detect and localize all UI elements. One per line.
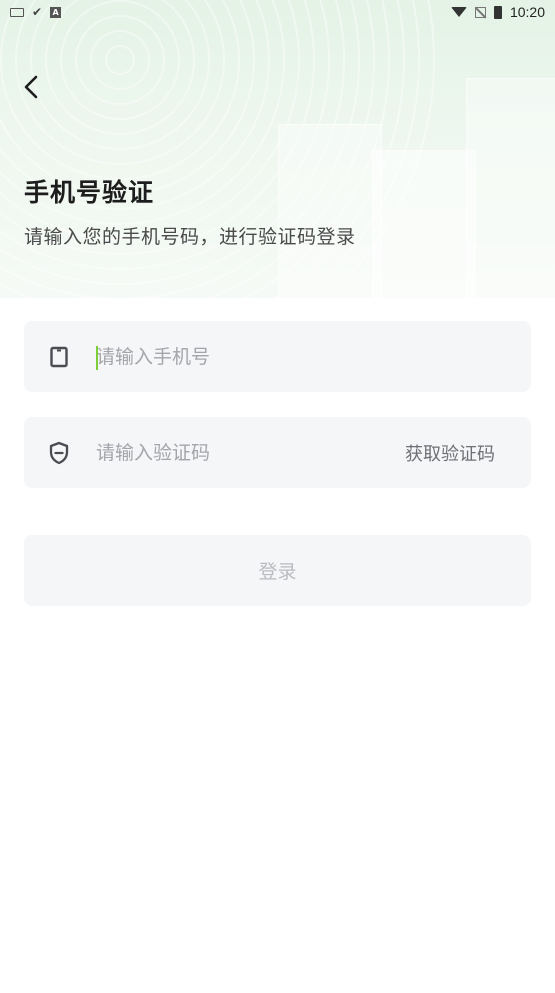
no-sim-icon [474, 6, 486, 18]
wifi-icon [450, 7, 467, 17]
login-button[interactable]: 登录 [24, 535, 531, 606]
hero-background [0, 0, 555, 298]
decorative-building [372, 150, 476, 298]
status-bar: ✔ A 10:20 [0, 0, 555, 24]
status-time: 10:20 [509, 4, 545, 20]
shield-icon [49, 441, 69, 464]
a-badge-icon: A [50, 6, 62, 18]
page-title: 手机号验证 [24, 178, 155, 207]
phone-icon-wrap [24, 346, 94, 368]
decorative-building [466, 78, 555, 298]
chevron-left-icon [24, 75, 38, 99]
phone-field[interactable] [24, 321, 531, 392]
back-button[interactable] [14, 70, 48, 104]
keyboard-icon [10, 7, 24, 17]
status-right-icons: 10:20 [450, 4, 545, 20]
battery-icon [493, 5, 502, 19]
text-cursor [96, 346, 98, 370]
shield-icon-wrap [24, 441, 94, 465]
page-subtitle: 请输入您的手机号码，进行验证码登录 [24, 226, 356, 248]
checkmark-icon: ✔ [32, 5, 43, 19]
phone-input[interactable] [94, 321, 531, 392]
decorative-building [278, 124, 382, 298]
phone-icon [50, 346, 68, 367]
get-code-button[interactable]: 获取验证码 [385, 440, 515, 466]
code-input[interactable] [94, 417, 385, 488]
code-field[interactable]: 获取验证码 [24, 417, 531, 488]
status-left-icons: ✔ A [10, 5, 62, 19]
